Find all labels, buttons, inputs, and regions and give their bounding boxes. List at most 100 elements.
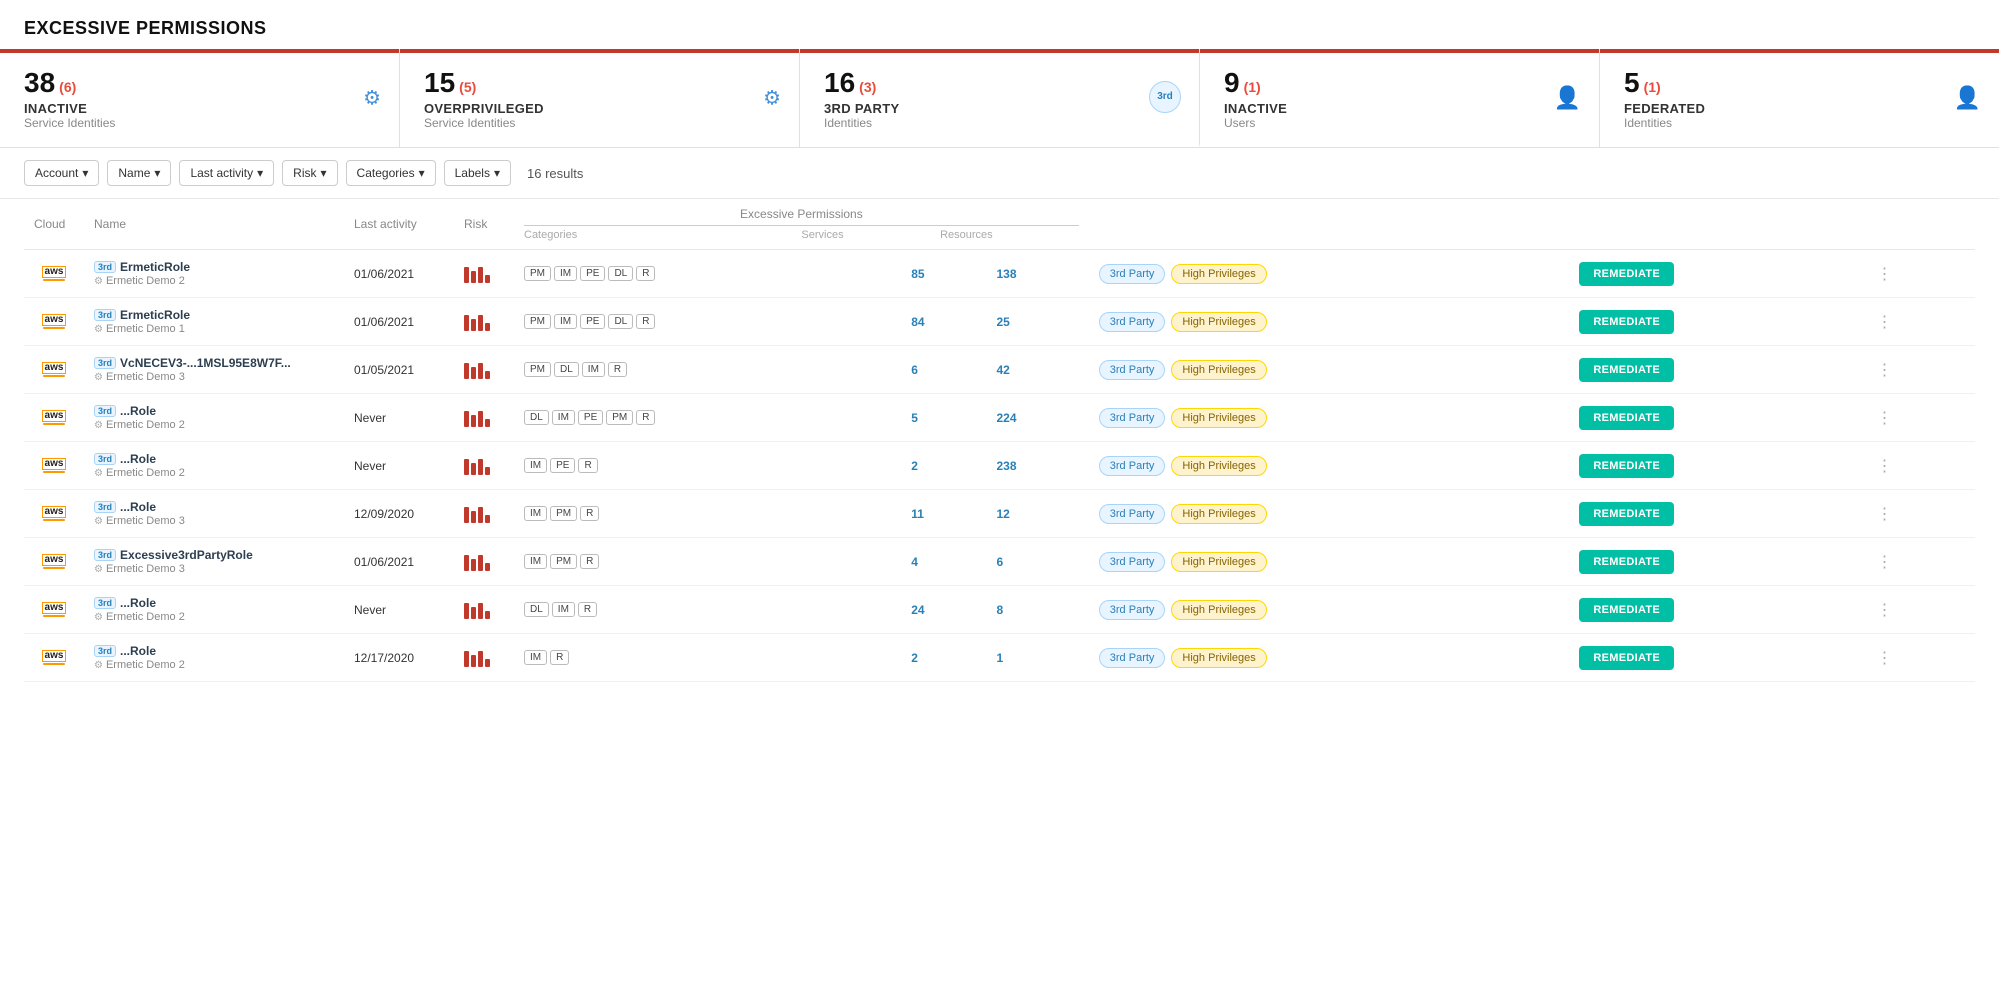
- gear-sm-icon: ⚙: [94, 372, 103, 383]
- 3rd-badge-sm: 3rd: [94, 261, 116, 273]
- services-cell[interactable]: 2: [901, 634, 986, 682]
- resources-cell[interactable]: 238: [986, 442, 1088, 490]
- more-button[interactable]: ⋮: [1872, 506, 1896, 523]
- resources-cell[interactable]: 6: [986, 538, 1088, 586]
- action-cell: REMEDIATE: [1569, 250, 1862, 298]
- resources-cell[interactable]: 42: [986, 346, 1088, 394]
- services-link[interactable]: 85: [911, 267, 924, 281]
- services-cell[interactable]: 4: [901, 538, 986, 586]
- remediate-button[interactable]: REMEDIATE: [1579, 310, 1674, 334]
- table-row: aws 3rd ...Role ⚙ Ermetic Demo 2 NeverIM…: [24, 442, 1975, 490]
- remediate-button[interactable]: REMEDIATE: [1579, 646, 1674, 670]
- services-link[interactable]: 24: [911, 603, 924, 617]
- services-link[interactable]: 4: [911, 555, 918, 569]
- more-button[interactable]: ⋮: [1872, 602, 1896, 619]
- more-button[interactable]: ⋮: [1872, 266, 1896, 283]
- risk-cell: [454, 250, 514, 298]
- account-filter[interactable]: Account ▾: [24, 160, 99, 186]
- more-cell: ⋮: [1862, 586, 1975, 634]
- remediate-button[interactable]: REMEDIATE: [1579, 454, 1674, 478]
- card-3rd-party[interactable]: 16 (3) 3rd PARTY Identities 3rd: [800, 49, 1200, 147]
- risk-bar: [464, 409, 504, 427]
- last-activity-filter[interactable]: Last activity ▾: [179, 160, 274, 186]
- services-cell[interactable]: 6: [901, 346, 986, 394]
- resources-link[interactable]: 1: [996, 651, 1003, 665]
- categories-list: PMIMPEDLR: [524, 314, 891, 329]
- card-sublabel: Users: [1224, 116, 1575, 130]
- services-cell[interactable]: 2: [901, 442, 986, 490]
- remediate-button[interactable]: REMEDIATE: [1579, 502, 1674, 526]
- resources-link[interactable]: 224: [996, 411, 1016, 425]
- more-button[interactable]: ⋮: [1872, 650, 1896, 667]
- remediate-button[interactable]: REMEDIATE: [1579, 598, 1674, 622]
- name-cell: 3rd ...Role ⚙ Ermetic Demo 2: [84, 394, 344, 442]
- th-ep-header: Excessive Permissions Categories Service…: [514, 199, 1089, 250]
- tags-cell: 3rd Party High Privileges: [1089, 250, 1570, 298]
- services-cell[interactable]: 24: [901, 586, 986, 634]
- categories-filter[interactable]: Categories ▾: [346, 160, 436, 186]
- resources-link[interactable]: 12: [996, 507, 1009, 521]
- card-label: 3rd PARTY: [824, 101, 1175, 116]
- risk-bar-segment: [485, 323, 490, 331]
- cloud-cell: aws: [24, 298, 84, 346]
- resources-link[interactable]: 25: [996, 315, 1009, 329]
- resources-cell[interactable]: 8: [986, 586, 1088, 634]
- resources-link[interactable]: 138: [996, 267, 1016, 281]
- remediate-button[interactable]: REMEDIATE: [1579, 358, 1674, 382]
- card-inactive-users[interactable]: 9 (1) INACTIVE Users 👤: [1200, 49, 1600, 147]
- resources-cell[interactable]: 25: [986, 298, 1088, 346]
- resources-link[interactable]: 238: [996, 459, 1016, 473]
- resources-cell[interactable]: 12: [986, 490, 1088, 538]
- gear-sm-icon: ⚙: [94, 420, 103, 431]
- resources-cell[interactable]: 138: [986, 250, 1088, 298]
- remediate-button[interactable]: REMEDIATE: [1579, 550, 1674, 574]
- resources-link[interactable]: 8: [996, 603, 1003, 617]
- category-tag: IM: [552, 602, 575, 617]
- risk-bar-segment: [464, 507, 469, 523]
- aws-logo: aws: [34, 362, 74, 377]
- risk-bar-segment: [471, 415, 476, 427]
- resources-cell[interactable]: 224: [986, 394, 1088, 442]
- more-button[interactable]: ⋮: [1872, 314, 1896, 331]
- card-inactive-si[interactable]: 38 (6) INACTIVE Service Identities ⚙: [0, 49, 400, 147]
- risk-bar-segment: [485, 275, 490, 283]
- services-cell[interactable]: 11: [901, 490, 986, 538]
- more-button[interactable]: ⋮: [1872, 362, 1896, 379]
- more-button[interactable]: ⋮: [1872, 410, 1896, 427]
- risk-bar-segment: [485, 419, 490, 427]
- services-link[interactable]: 2: [911, 459, 918, 473]
- name-secondary: Ermetic Demo 3: [106, 371, 185, 383]
- name-filter[interactable]: Name ▾: [107, 160, 171, 186]
- resources-link[interactable]: 42: [996, 363, 1009, 377]
- more-button[interactable]: ⋮: [1872, 554, 1896, 571]
- more-button[interactable]: ⋮: [1872, 458, 1896, 475]
- resources-cell[interactable]: 1: [986, 634, 1088, 682]
- card-overprivileged-si[interactable]: 15 (5) OVERPRIVILEGED Service Identities…: [400, 49, 800, 147]
- labels-filter[interactable]: Labels ▾: [444, 160, 511, 186]
- risk-bar-segment: [471, 271, 476, 283]
- remediate-button[interactable]: REMEDIATE: [1579, 406, 1674, 430]
- cloud-cell: aws: [24, 586, 84, 634]
- services-link[interactable]: 6: [911, 363, 918, 377]
- card-federated[interactable]: 5 (1) FEDERATED Identities 👤: [1600, 49, 1999, 147]
- card-icon: ⚙: [763, 86, 781, 111]
- services-link[interactable]: 84: [911, 315, 924, 329]
- risk-filter[interactable]: Risk ▾: [282, 160, 337, 186]
- risk-bar-segment: [464, 651, 469, 667]
- services-link[interactable]: 5: [911, 411, 918, 425]
- services-cell[interactable]: 85: [901, 250, 986, 298]
- services-cell[interactable]: 5: [901, 394, 986, 442]
- categories-cell: IMR: [514, 634, 901, 682]
- category-tag: IM: [524, 458, 547, 473]
- categories-cell: PMIMPEDLR: [514, 250, 901, 298]
- 3rd-badge-sm: 3rd: [94, 597, 116, 609]
- card-icon: ⚙: [363, 86, 381, 111]
- services-link[interactable]: 11: [911, 507, 924, 521]
- services-cell[interactable]: 84: [901, 298, 986, 346]
- category-tag: R: [636, 410, 655, 425]
- remediate-button[interactable]: REMEDIATE: [1579, 262, 1674, 286]
- resources-link[interactable]: 6: [996, 555, 1003, 569]
- services-link[interactable]: 2: [911, 651, 918, 665]
- 3rd-badge: 3rd: [1149, 81, 1181, 113]
- category-tag: R: [608, 362, 627, 377]
